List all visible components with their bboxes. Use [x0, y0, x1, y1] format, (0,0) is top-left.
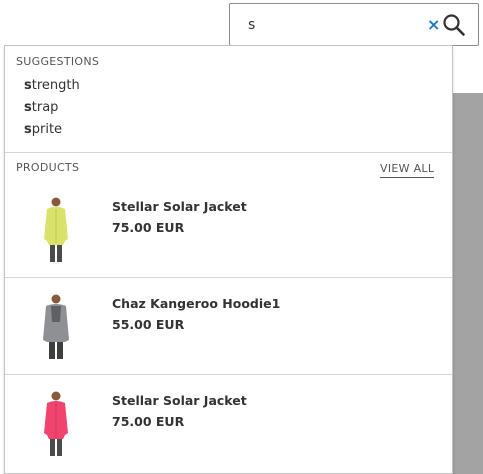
product-price: 55.00 EUR — [112, 317, 185, 332]
product-image — [44, 197, 68, 262]
product-name: Stellar Solar Jacket — [112, 393, 247, 408]
suggestion-item[interactable]: strap — [24, 98, 58, 118]
suggestion-item[interactable]: strength — [24, 76, 80, 96]
suggestion-match: s — [24, 122, 32, 137]
product-price: 75.00 EUR — [112, 414, 185, 429]
product-item[interactable]: Stellar Solar Jacket 75.00 EUR — [5, 374, 452, 471]
product-name: Chaz Kangeroo Hoodie1 — [112, 296, 281, 311]
view-all-link[interactable]: VIEW ALL — [380, 162, 435, 178]
products-heading: PRODUCTS — [16, 161, 80, 174]
autocomplete-dropdown: SUGGESTIONS strength strap sprite PRODUC… — [4, 45, 453, 474]
suggestions-heading: SUGGESTIONS — [16, 55, 100, 68]
section-divider — [5, 152, 452, 153]
suggestion-rest: trength — [31, 78, 80, 93]
search-box[interactable]: × — [229, 3, 479, 46]
suggestion-rest: prite — [31, 122, 63, 137]
product-item[interactable]: Stellar Solar Jacket 75.00 EUR — [5, 180, 452, 277]
product-price: 75.00 EUR — [112, 220, 185, 235]
close-icon[interactable]: × — [427, 17, 441, 33]
search-icon[interactable] — [442, 13, 466, 37]
search-input[interactable] — [246, 14, 426, 36]
suggestion-rest: trap — [31, 100, 59, 115]
suggestion-match: s — [24, 100, 32, 115]
page: × SUGGESTIONS strength strap sprite PROD… — [0, 0, 483, 474]
product-image — [44, 391, 68, 456]
product-image — [43, 294, 69, 359]
suggestion-item[interactable]: sprite — [24, 120, 62, 140]
suggestion-match: s — [24, 78, 32, 93]
product-name: Stellar Solar Jacket — [112, 199, 247, 214]
product-item[interactable]: Chaz Kangeroo Hoodie1 55.00 EUR — [5, 277, 452, 374]
